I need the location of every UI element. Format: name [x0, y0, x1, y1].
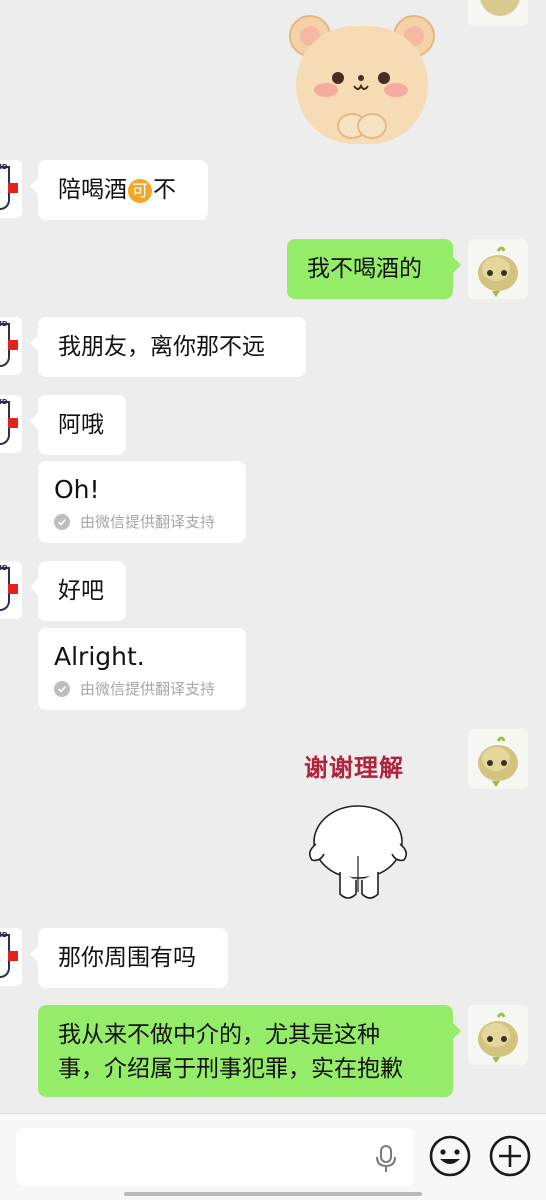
translation-text: Alright. — [54, 642, 145, 671]
message-text-line1: 我从来不做中介的，尤其是这种 — [58, 1022, 380, 1048]
self-avatar[interactable] — [468, 729, 528, 789]
message-text: 好吧 — [58, 578, 104, 604]
bear-sticker[interactable] — [282, 8, 442, 144]
message-bubble-incoming[interactable]: 那你周围有吗 — [30, 928, 228, 988]
message-input[interactable] — [16, 1128, 414, 1186]
message-text: 我不喝酒的 — [307, 256, 422, 282]
translation-text: Oh! — [54, 475, 100, 504]
sticker-caption: 谢谢理解 — [304, 754, 404, 782]
translation-note: 由微信提供翻译支持 — [54, 511, 215, 532]
chick-avatar-icon — [478, 736, 518, 787]
self-avatar[interactable] — [468, 239, 528, 299]
message-bubble-incoming[interactable]: 阿哦 — [30, 395, 126, 455]
chick-avatar-icon — [478, 1012, 518, 1063]
voice-icon[interactable] — [372, 1144, 400, 1174]
message-bubble-outgoing[interactable]: 我不喝酒的 — [287, 239, 461, 299]
message-bubble-incoming[interactable]: 陪喝酒可不 — [30, 160, 208, 220]
friend-avatar[interactable]: ND — [0, 561, 22, 619]
message-text-after: 不 — [153, 177, 176, 203]
translation-card[interactable]: Alright. 由微信提供翻译支持 — [38, 628, 246, 710]
friend-avatar[interactable]: ND — [0, 160, 22, 218]
emoji-icon — [429, 1135, 471, 1177]
plus-icon — [489, 1135, 531, 1177]
self-avatar[interactable] — [468, 0, 528, 26]
check-icon — [54, 680, 70, 697]
thanks-sticker[interactable]: 谢谢理解 — [296, 744, 426, 912]
translation-note: 由微信提供翻译支持 — [54, 678, 215, 699]
check-icon — [54, 513, 70, 530]
self-avatar[interactable] — [468, 1005, 528, 1065]
message-text: 陪喝酒 — [58, 177, 127, 203]
message-text: 我朋友，离你那不远 — [58, 334, 265, 360]
message-text-line2: 事，介绍属于刑事犯罪，实在抱歉 — [58, 1056, 403, 1082]
message-text: 那你周围有吗 — [58, 945, 196, 971]
emoji-icon: 可 — [128, 178, 152, 203]
friend-avatar[interactable]: ND — [0, 395, 22, 453]
friend-avatar[interactable]: ND — [0, 317, 22, 375]
message-text: 阿哦 — [58, 412, 104, 438]
message-bubble-outgoing[interactable]: 我从来不做中介的，尤其是这种 事，介绍属于刑事犯罪，实在抱歉 — [38, 1005, 461, 1097]
emoji-button[interactable] — [428, 1134, 472, 1178]
message-bubble-incoming[interactable]: 好吧 — [30, 561, 126, 621]
chick-avatar-icon — [478, 246, 518, 297]
plus-button[interactable] — [488, 1134, 532, 1178]
friend-avatar[interactable]: ND — [0, 928, 22, 986]
message-bubble-incoming[interactable]: 我朋友，离你那不远 — [30, 317, 306, 377]
input-bar — [0, 1113, 546, 1200]
home-indicator — [124, 1192, 422, 1196]
translation-card[interactable]: Oh! 由微信提供翻译支持 — [38, 461, 246, 543]
